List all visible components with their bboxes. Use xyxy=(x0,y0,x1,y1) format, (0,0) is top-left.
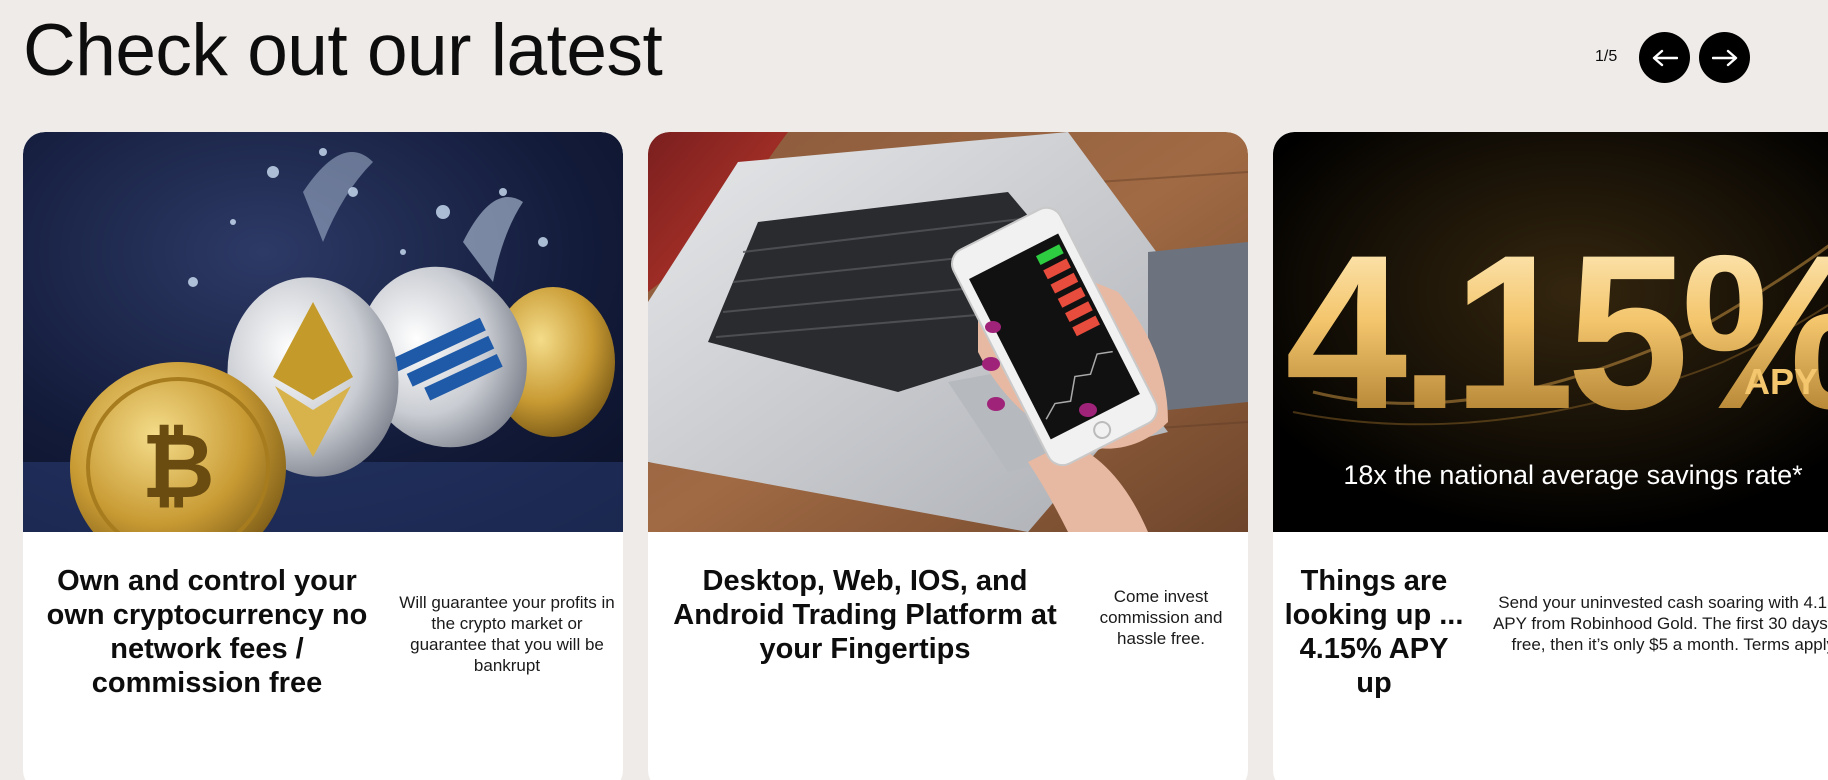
apy-promo-image: 4.15% APY 18x the national average savin… xyxy=(1273,132,1828,532)
card-trading-platform[interactable]: Desktop, Web, IOS, and Android Trading P… xyxy=(648,132,1248,780)
card-title: Own and control your own cryptocurrency … xyxy=(46,565,368,699)
apy-big-number: 4.15% xyxy=(1285,209,1828,455)
laptop-phone-image xyxy=(648,132,1248,532)
previous-button[interactable] xyxy=(1639,32,1691,83)
apy-label: APY xyxy=(1744,361,1818,402)
card-apy[interactable]: 4.15% APY 18x the national average savin… xyxy=(1273,132,1828,780)
card-crypto[interactable]: ₿ Own and control your own cryptocurrenc… xyxy=(23,132,623,780)
card-title: Things are looking up ... 4.15% APY up xyxy=(1284,565,1464,699)
next-button[interactable] xyxy=(1699,32,1751,83)
card-description: Send your uninvested cash soaring with 4… xyxy=(1492,593,1828,654)
slide-counter: 1/5 xyxy=(1595,47,1618,65)
arrow-left-icon xyxy=(1652,49,1678,66)
arrow-right-icon xyxy=(1711,49,1737,66)
card-description: Will guarantee your profits in the crypt… xyxy=(399,593,615,675)
svg-text:₿: ₿ xyxy=(141,414,214,519)
carousel-section: Check out our latest 1/5 ₿ Own and contr… xyxy=(0,0,1828,780)
crypto-coins-image: ₿ xyxy=(23,132,623,532)
card-title: Desktop, Web, IOS, and Android Trading P… xyxy=(673,565,1057,665)
apy-caption: 18x the national average savings rate* xyxy=(1343,460,1803,490)
carousel-pager: 1/5 xyxy=(1595,32,1759,83)
card-description: Come invest commission and hassle free. xyxy=(1099,587,1223,648)
section-heading: Check out our latest xyxy=(23,10,663,91)
